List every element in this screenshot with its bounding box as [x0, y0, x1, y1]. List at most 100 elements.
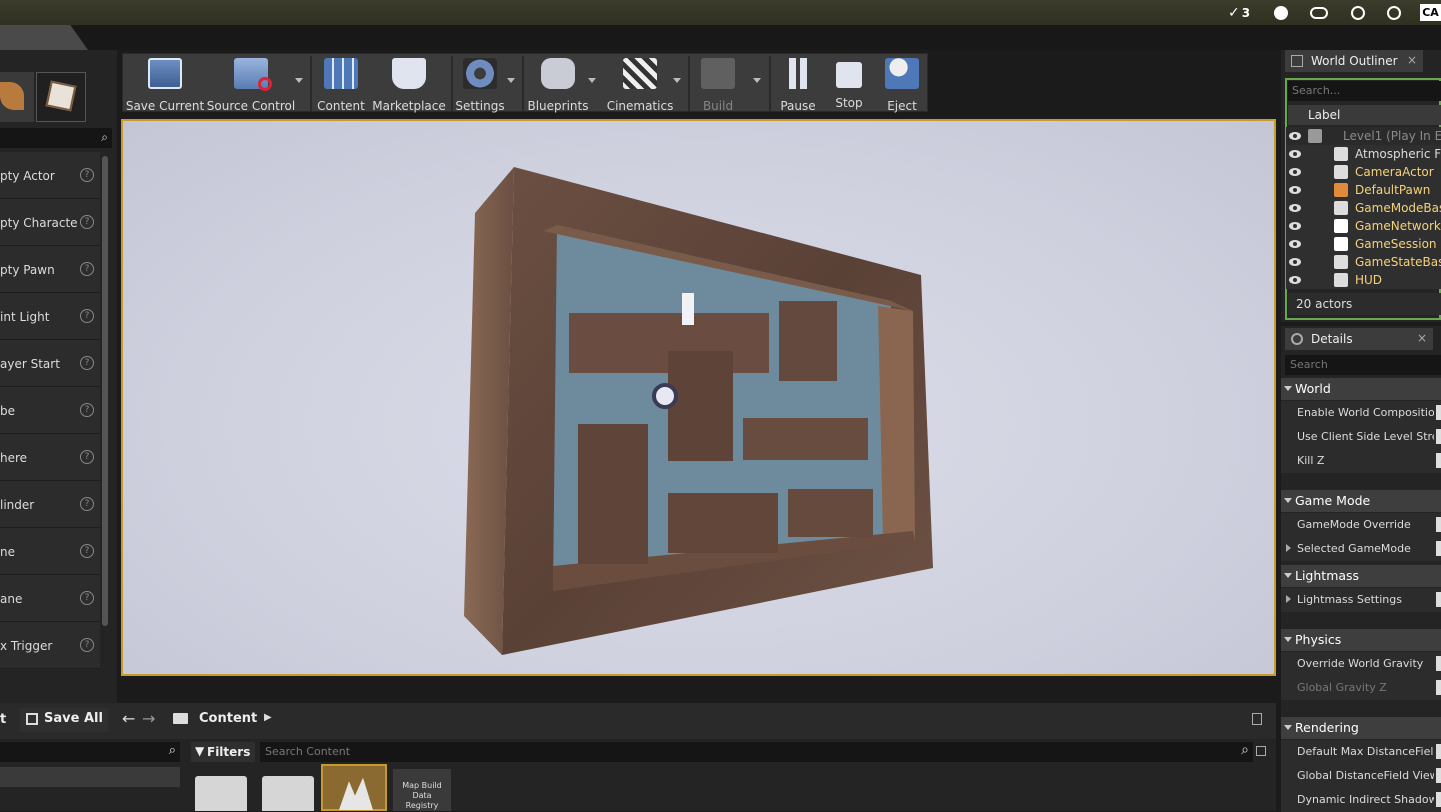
property-value[interactable] [1436, 453, 1441, 468]
folder-asset[interactable] [262, 776, 314, 811]
eye-icon[interactable] [1289, 240, 1301, 248]
details-search-input[interactable]: Search [1285, 355, 1441, 375]
back-arrow-icon[interactable]: ← [122, 709, 135, 728]
actor-list-item[interactable]: linder? [0, 481, 100, 528]
outliner-row[interactable]: Atmospheric Fo [1286, 145, 1441, 163]
close-icon[interactable]: × [1407, 53, 1417, 67]
help-icon[interactable]: ? [80, 356, 94, 370]
actor-list-item[interactable]: x Trigger? [0, 622, 100, 669]
content-button[interactable]: Content [316, 54, 366, 113]
actor-list-item[interactable]: pty Characte? [0, 199, 100, 246]
map-build-data-asset[interactable]: Map Build Data Registry [393, 769, 451, 811]
save-search-icon[interactable] [1256, 746, 1266, 756]
eject-button[interactable]: Eject [879, 54, 925, 113]
details-property-row[interactable]: Override World Gravity [1281, 652, 1441, 676]
pause-button[interactable]: Pause [775, 54, 821, 113]
lock-icon[interactable] [1252, 713, 1262, 725]
nvidia-icon[interactable] [1308, 4, 1330, 21]
import-button-fragment[interactable]: t [0, 712, 6, 727]
actor-list-item[interactable]: here? [0, 434, 100, 481]
expand-arrow-icon[interactable] [1286, 595, 1291, 603]
play-circle-icon[interactable] [1385, 4, 1402, 21]
outliner-column-header[interactable]: Label [1288, 105, 1441, 125]
content-search-input[interactable]: Search Content ⌕ [260, 742, 1253, 762]
help-icon[interactable]: ? [80, 450, 94, 464]
help-icon[interactable]: ? [80, 544, 94, 558]
details-category-physics[interactable]: Physics [1281, 629, 1441, 651]
forward-arrow-icon[interactable]: → [142, 709, 155, 728]
eye-icon[interactable] [1289, 168, 1301, 176]
help-icon[interactable]: ? [80, 497, 94, 511]
folder-search-input[interactable]: ⌕ [0, 742, 180, 762]
details-property-row[interactable]: Global DistanceField View D [1281, 764, 1441, 788]
property-value[interactable] [1436, 680, 1441, 695]
outliner-row[interactable]: GameNetworkM [1286, 217, 1441, 235]
actor-list-item[interactable]: ne? [0, 528, 100, 575]
build-dropdown-icon[interactable] [753, 78, 761, 83]
outliner-row[interactable]: GameStateBase [1286, 253, 1441, 271]
folder-asset[interactable] [195, 776, 247, 811]
tab-world-outliner[interactable]: World Outliner × [1285, 50, 1423, 72]
save-current-button[interactable]: Save Current [126, 54, 204, 113]
chevron-right-icon[interactable]: ▶ [264, 712, 272, 723]
property-value[interactable] [1436, 517, 1441, 532]
outliner-row[interactable]: Level1 (Play In Edi [1286, 127, 1441, 145]
actor-list-item[interactable]: pty Actor? [0, 152, 100, 199]
property-value[interactable] [1436, 656, 1441, 671]
eye-icon[interactable] [1289, 186, 1301, 194]
outliner-row[interactable]: HUD [1286, 271, 1441, 289]
details-property-row[interactable]: Default Max DistanceField [1281, 740, 1441, 764]
details-property-row[interactable]: Kill Z [1281, 449, 1441, 473]
property-value[interactable] [1436, 429, 1441, 444]
details-property-row[interactable]: GameMode Override [1281, 513, 1441, 537]
help-icon[interactable]: ? [80, 591, 94, 605]
outliner-row[interactable]: GameModeBase [1286, 199, 1441, 217]
scrollbar[interactable] [102, 156, 108, 626]
unreal-icon[interactable] [1272, 4, 1289, 21]
details-category-rendering[interactable]: Rendering [1281, 717, 1441, 739]
save-all-button[interactable]: Save All [20, 708, 108, 732]
blueprints-button[interactable]: Blueprints [527, 54, 589, 113]
cinematics-button[interactable]: Cinematics [607, 54, 673, 113]
property-value[interactable] [1436, 792, 1441, 807]
details-property-row[interactable]: Dynamic Indirect Shadows [1281, 788, 1441, 812]
actor-list-item[interactable]: be? [0, 387, 100, 434]
details-property-row[interactable]: Global Gravity Z [1281, 676, 1441, 700]
actor-list-item[interactable]: pty Pawn? [0, 246, 100, 293]
folder-tree-item[interactable] [0, 767, 180, 787]
actor-search-input[interactable]: ⌕ [0, 128, 112, 148]
cinematics-dropdown-icon[interactable] [673, 78, 681, 83]
actor-list-item[interactable]: ayer Start? [0, 340, 100, 387]
level-viewport[interactable] [121, 119, 1276, 676]
category-tab-geometry[interactable] [36, 72, 86, 122]
settings-dropdown-icon[interactable] [507, 78, 515, 83]
details-category-world[interactable]: World [1281, 378, 1441, 400]
help-icon[interactable]: ? [80, 215, 94, 229]
blueprints-dropdown-icon[interactable] [588, 78, 596, 83]
outliner-row[interactable]: DefaultPawn [1286, 181, 1441, 199]
details-property-row[interactable]: Enable World Composition [1281, 401, 1441, 425]
help-icon[interactable]: ? [80, 403, 94, 417]
expand-arrow-icon[interactable] [1286, 544, 1291, 552]
tab-details[interactable]: Details × [1285, 328, 1433, 350]
stop-button[interactable]: Stop [826, 54, 872, 113]
build-button[interactable]: Build [693, 54, 743, 113]
outliner-search-input[interactable]: Search... [1288, 81, 1441, 101]
tasks-indicator[interactable]: ✓ 3 [1224, 4, 1254, 21]
category-tab-lights[interactable] [0, 72, 34, 122]
eye-icon[interactable] [1289, 258, 1301, 266]
help-icon[interactable]: ? [80, 262, 94, 276]
help-icon[interactable]: ? [80, 309, 94, 323]
eye-icon[interactable] [1289, 276, 1301, 284]
details-property-row[interactable]: Lightmass Settings [1281, 588, 1441, 612]
source-control-button[interactable]: Source Control [207, 54, 295, 113]
history-icon[interactable] [1349, 4, 1366, 21]
source-control-dropdown-icon[interactable] [295, 78, 303, 83]
close-icon[interactable]: × [1417, 331, 1427, 345]
help-icon[interactable]: ? [80, 638, 94, 652]
details-category-game-mode[interactable]: Game Mode [1281, 490, 1441, 512]
level-asset[interactable] [321, 764, 387, 811]
outliner-row[interactable]: GameSession [1286, 235, 1441, 253]
eye-icon[interactable] [1289, 132, 1301, 140]
actor-list-item[interactable]: int Light? [0, 293, 100, 340]
